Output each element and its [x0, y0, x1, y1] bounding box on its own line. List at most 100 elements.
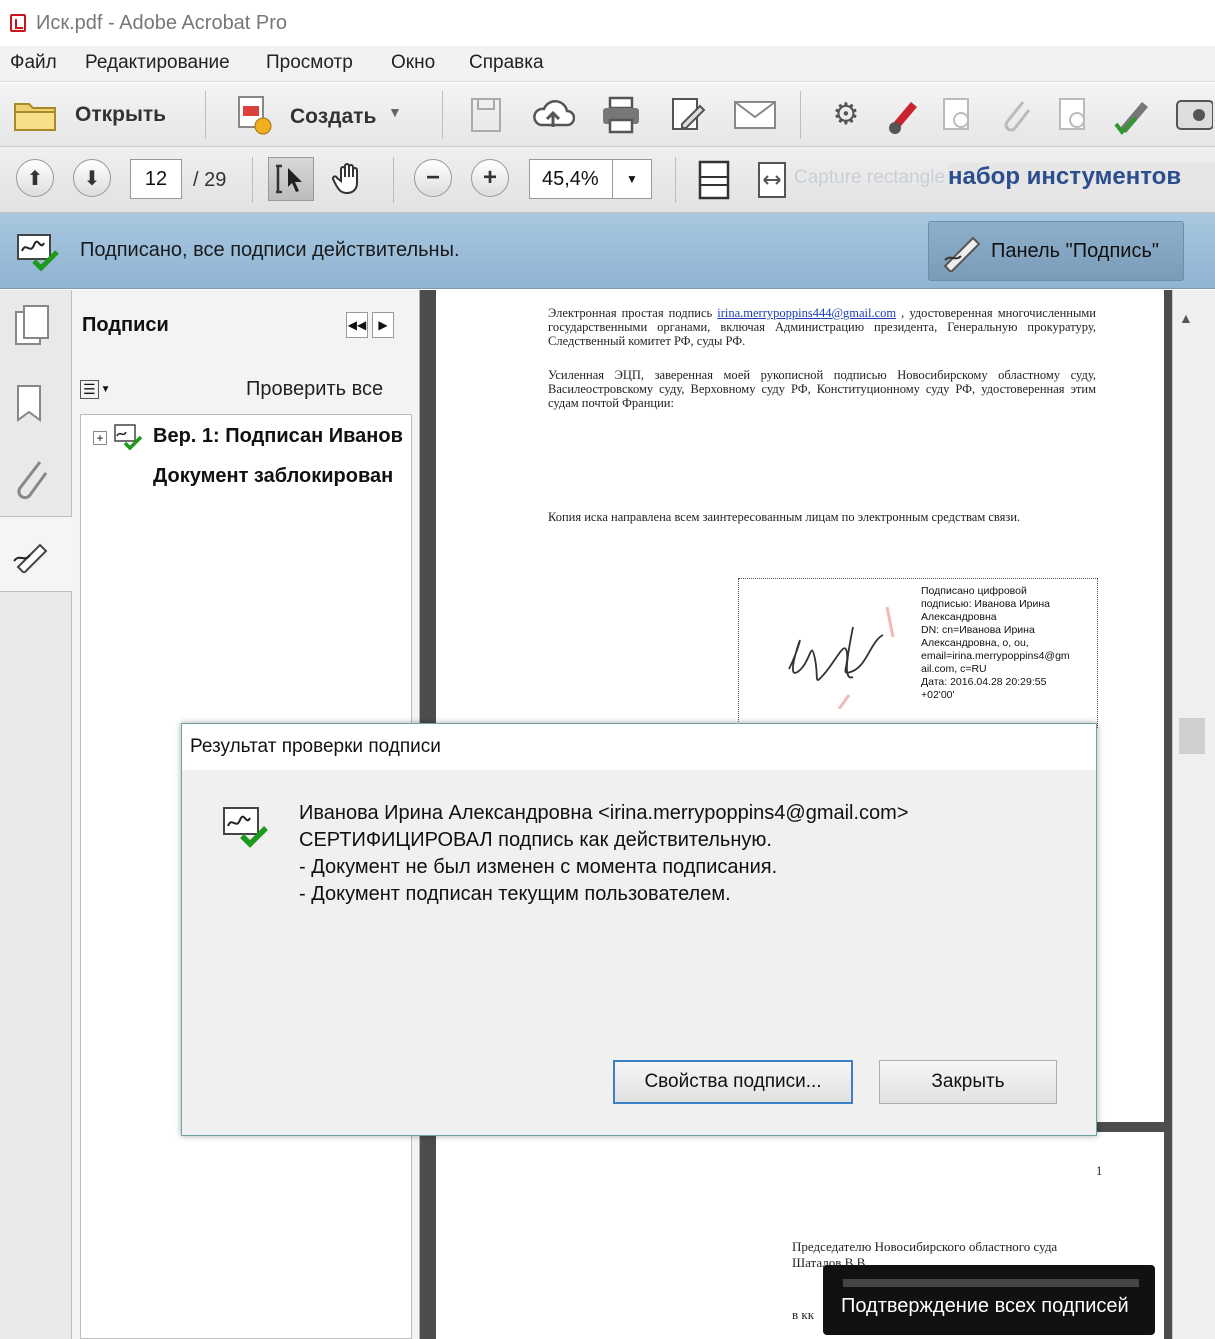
- tooltip-text: Подтверждение всех подписей: [841, 1295, 1129, 1317]
- certify-icon[interactable]: [1110, 93, 1156, 137]
- signature-details: Подписано цифровой подписью: Иванова Ири…: [921, 585, 1070, 701]
- valid-signature-icon: [114, 424, 143, 451]
- next-page-button[interactable]: ⬇: [73, 159, 111, 197]
- menu-window[interactable]: Окно: [391, 52, 435, 74]
- document-clock-icon[interactable]: [1054, 95, 1094, 135]
- more-tools-icon[interactable]: [1170, 95, 1215, 135]
- zoom-input[interactable]: 45,4%: [529, 159, 613, 199]
- signature-status-message: Подписано, все подписи действительны.: [80, 239, 460, 261]
- handwritten-signature: [788, 606, 895, 709]
- zoom-in-button[interactable]: +: [471, 159, 509, 197]
- edit-pdf-icon[interactable]: [668, 95, 708, 135]
- window-title: Иск.pdf - Adobe Acrobat Pro: [36, 12, 288, 34]
- signature-status-bar: Подписано, все подписи действительны. Па…: [0, 213, 1215, 289]
- signatures-icon: [13, 543, 48, 573]
- document-paragraph: Копия иска направлена всем заинтересован…: [548, 510, 1021, 524]
- expand-panel-button[interactable]: ▶: [372, 312, 394, 338]
- zoom-dropdown-button[interactable]: ▼: [612, 159, 652, 199]
- fit-width-button[interactable]: [752, 157, 792, 203]
- dialog-title: Результат проверки подписи: [190, 736, 441, 757]
- create-label[interactable]: Создать: [290, 105, 376, 129]
- hand-tool-button[interactable]: [326, 157, 372, 201]
- current-page-input[interactable]: 12: [130, 159, 182, 199]
- create-pdf-icon: [238, 96, 272, 135]
- page-thumbnails-icon[interactable]: [12, 304, 52, 348]
- dialog-status-line: СЕРТИФИЦИРОВАЛ подпись как действительну…: [299, 829, 772, 851]
- email-icon[interactable]: [732, 97, 778, 133]
- menu-help[interactable]: Справка: [469, 52, 544, 74]
- document-paragraph: Усиленная ЭЦП, заверенная моей рукописно…: [548, 368, 1096, 410]
- folder-icon: [14, 103, 56, 131]
- email-link[interactable]: irina.merrypoppins444@gmail.com: [717, 306, 896, 320]
- title-bar: Иск.pdf - Adobe Acrobat Pro: [0, 0, 1215, 46]
- fit-width-icon: [758, 162, 786, 198]
- dialog-detail-line: - Документ подписан текущим пользователе…: [299, 883, 731, 905]
- menu-bar: Файл Редактирование Просмотр Окно Справк…: [0, 46, 1215, 82]
- create-button[interactable]: [230, 91, 276, 139]
- page-number: 1: [1096, 1164, 1103, 1178]
- chevron-down-icon: ▼: [100, 383, 111, 395]
- create-dropdown-icon[interactable]: ▼: [388, 105, 402, 119]
- chevron-down-icon: ▼: [626, 172, 638, 186]
- zoom-out-button[interactable]: −: [414, 159, 452, 197]
- acrobat-logo-icon: [10, 14, 26, 32]
- signature-panel-button[interactable]: Панель "Подпись": [928, 221, 1184, 281]
- capture-rectangle-label: Capture rectangle: [794, 167, 946, 188]
- dialog-signer-line: Иванова Ирина Александровна <irina.merry…: [299, 802, 909, 824]
- open-button[interactable]: [12, 93, 58, 137]
- menu-view[interactable]: Просмотр: [266, 52, 353, 74]
- select-tool-button[interactable]: [268, 157, 314, 201]
- arrow-down-icon: ⬇: [83, 167, 101, 190]
- tools-set-label: набор инстументов: [948, 163, 1215, 197]
- list-options-icon: ☰: [80, 379, 99, 399]
- tooltip: Подтверждение всех подписей: [823, 1265, 1155, 1335]
- expand-toggle-icon[interactable]: +: [93, 431, 107, 445]
- signature-valid-icon: [16, 231, 60, 273]
- document-settings-icon[interactable]: [938, 95, 978, 135]
- save-icon[interactable]: [468, 95, 504, 135]
- navigation-toolbar: ⬆ ⬇ 12 / 29 − + 45,4% ▼ Capture rectangl…: [0, 147, 1215, 213]
- fit-page-icon: [698, 160, 730, 200]
- dialog-detail-line: - Документ не был изменен с момента подп…: [299, 856, 778, 878]
- signature-panel-label: Панель "Подпись": [991, 240, 1159, 262]
- vertical-scrollbar[interactable]: ▲: [1172, 290, 1215, 1339]
- double-chevron-left-icon: ◀◀: [347, 318, 367, 332]
- digital-signature-stamp[interactable]: Подписано цифровой подписью: Иванова Ири…: [738, 578, 1098, 728]
- main-toolbar: Открыть Создать ▼ ⚙: [0, 83, 1215, 147]
- hand-icon: [332, 163, 358, 195]
- signatures-panel-title: Подписи: [82, 314, 169, 336]
- plus-icon: +: [482, 164, 497, 191]
- document-text-fragment: в кк: [792, 1307, 815, 1322]
- signature-pen-icon: [943, 236, 981, 272]
- bookmarks-icon[interactable]: [14, 382, 50, 426]
- options-menu-button[interactable]: ☰ ▼: [80, 374, 120, 404]
- addressee-line: Председателю Новосибирского областного с…: [792, 1239, 1058, 1254]
- collapse-panel-button[interactable]: ◀◀: [346, 312, 368, 338]
- settings-gear-icon[interactable]: ⚙: [826, 95, 866, 135]
- verify-all-button[interactable]: Проверить все: [246, 378, 383, 401]
- arrow-up-icon: ⬆: [26, 167, 44, 190]
- attachments-icon[interactable]: [10, 456, 50, 502]
- document-paragraph: Электронная простая подпись irina.merryp…: [548, 306, 1096, 348]
- scroll-thumb[interactable]: [1179, 718, 1205, 754]
- navigation-rail: [0, 290, 72, 1339]
- sign-pen-icon[interactable]: [880, 93, 924, 137]
- signature-properties-button[interactable]: Свойства подписи...: [613, 1060, 853, 1104]
- attach-icon[interactable]: [996, 95, 1036, 135]
- open-label[interactable]: Открыть: [75, 103, 166, 127]
- signature-validation-dialog: Результат проверки подписи Иванова Ирина…: [181, 723, 1097, 1136]
- menu-edit[interactable]: Редактирование: [85, 52, 230, 74]
- scroll-up-icon[interactable]: ▲: [1179, 310, 1193, 326]
- close-button[interactable]: Закрыть: [879, 1060, 1057, 1104]
- cloud-upload-icon[interactable]: [530, 95, 576, 135]
- fit-page-button[interactable]: [693, 157, 735, 203]
- menu-file[interactable]: Файл: [10, 52, 57, 74]
- minus-icon: −: [425, 164, 440, 191]
- document-locked-item: Документ заблокирован: [153, 465, 394, 487]
- previous-page-button[interactable]: ⬆: [16, 159, 54, 197]
- signatures-tab[interactable]: [0, 516, 72, 592]
- print-icon[interactable]: [598, 95, 644, 135]
- valid-signature-icon: [223, 807, 268, 848]
- signature-tree-item[interactable]: Вер. 1: Подписан Иванов: [153, 425, 413, 448]
- select-cursor-icon: [276, 164, 302, 194]
